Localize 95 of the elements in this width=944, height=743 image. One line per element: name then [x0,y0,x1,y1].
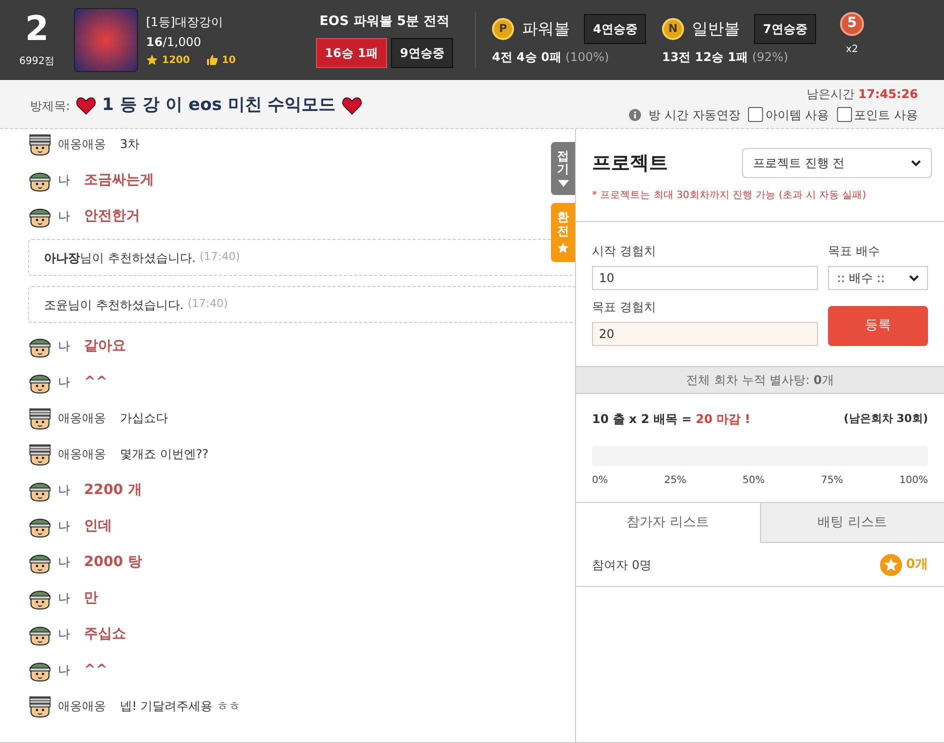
user-name: 나 [58,482,71,499]
chat-message: 인데 [84,516,112,536]
streak-badge: 7연승중 [754,14,816,44]
like-count: 10 [222,54,236,68]
chat-message: ^^ [84,372,108,392]
candy-count: 0개 [906,556,928,574]
user-name: 나 [58,338,71,355]
thumbs-up-icon [206,54,218,66]
field-label: 목표 경험치 [592,299,657,316]
chat-message: 3차 [120,136,140,153]
formula-text: 10 출 x 2 배목 = [592,411,692,428]
option-label[interactable]: 포인트 사용 [854,106,918,124]
target-exp-field[interactable]: 20 [592,322,818,346]
status-select[interactable]: 프로젝트 진행 전 [742,148,932,178]
medal-badge: 5 [840,12,864,36]
user-name: 나 [58,626,71,643]
project-note: * 프로젝트는 최대 30회차까지 진행 가능 (초과 시 자동 실패) [592,189,868,203]
tick-label: 100% [899,474,928,488]
user-name: 나 [58,518,71,535]
user-name: 애옹애옹 [58,136,106,153]
remaining-time: 17:45:26 [858,86,918,102]
chat-message: 안전한거 [84,206,140,226]
notice-text: 아나장님이 추천하셨습니다. [44,250,196,266]
user-name: 나 [58,374,71,391]
user-name: [1등]대장강이 [146,14,224,30]
remaining-rounds: (남은회차 30회) [844,410,928,427]
total-candy-text: 전체 회차 누적 별사탕: 0개 [686,372,834,389]
user-name: 애옹애옹 [58,698,106,715]
result-text: 20 마감 ! [696,411,750,428]
user-name: 애옹애옹 [58,410,106,427]
fold-tab[interactable]: 접기 [551,142,575,196]
points-text: 6992점 [19,54,55,68]
star-icon [146,54,158,66]
star-icon [557,242,569,254]
ball-label: 일반볼 [692,18,741,40]
win-rate: (92%) [752,49,788,66]
user-name: 나 [58,172,71,189]
win-rate: (100%) [565,49,610,66]
ball-badge: N [662,18,684,40]
chevron-down-icon [911,160,921,166]
streak-badge: 9연승중 [390,38,454,68]
record-title: EOS 파워볼 5분 전적 [320,13,450,32]
participant-count: 참여자 0명 [592,556,652,574]
ball-record: 4전 4승 0패 [492,49,562,66]
user-name: 나 [58,662,71,679]
win-record: 16승 1패 [316,38,387,68]
checkbox[interactable] [748,107,764,122]
chat-message: 만 [84,588,98,608]
auto-extend-text: 방 시간 자동연장 [648,106,740,124]
chat-message: 2200 개 [84,480,142,500]
triangle-down-icon [558,180,568,188]
chat-message: 넵! 기달려주세용 ㅎㅎ [120,698,240,715]
option-label[interactable]: 아이템 사용 [765,106,830,124]
heart-icon [76,96,96,114]
chat-message: ^^ [84,660,108,680]
user-name: 애옹애옹 [58,446,106,463]
user-name: 나 [58,208,71,225]
tick-label: 0% [592,474,608,488]
chat-message: 가십쇼다 [120,410,168,427]
heart-icon [342,96,362,114]
chat-message: 주십쇼 [84,624,126,644]
room-title: 1 등 강 이 eos 미친 수익모드 [102,94,336,117]
profile-image [74,8,138,72]
chat-message: 같아요 [84,336,126,356]
field-label: 시작 경험치 [592,243,657,260]
list-tab[interactable]: 배팅 리스트 [760,503,944,543]
ball-record: 13전 12승 1패 [662,49,748,66]
user-name: 나 [58,554,71,571]
room-title-label: 방제목: [30,98,70,114]
notice-time: (17:40) [188,296,228,312]
notice-time: (17:40) [200,249,240,266]
field-label: 목표 배수 [828,243,881,260]
chat-message: 몇개죠 이번엔?? [120,446,209,463]
tick-label: 75% [820,474,844,488]
chat-message: 조금싸는게 [84,170,154,190]
register-button[interactable]: 등록 [828,306,928,346]
streak-badge: 4연승중 [584,14,646,44]
user-name: 나 [58,590,71,607]
multiplier-text: x2 [846,42,858,56]
chevron-down-icon [909,274,919,282]
rank-number: 2 [25,12,49,46]
level-text: 16/1,000 [146,34,202,50]
checkbox[interactable] [837,107,852,122]
star-count: 1200 [162,54,190,68]
start-exp-field[interactable]: 10 [592,266,818,290]
ball-badge: P [492,18,514,40]
info-icon [628,108,641,120]
tick-label: 50% [742,474,765,488]
chat-message: 2000 탕 [84,552,142,572]
time-label: 남은시간 [806,86,854,102]
project-title: 프로젝트 [592,150,668,176]
tick-label: 25% [664,474,686,488]
notice-text: 조윤님이 추천하셨습니다. [44,296,184,314]
multiplier-select[interactable]: :: 배수 :: [828,266,928,290]
ball-label: 파워볼 [522,18,571,40]
